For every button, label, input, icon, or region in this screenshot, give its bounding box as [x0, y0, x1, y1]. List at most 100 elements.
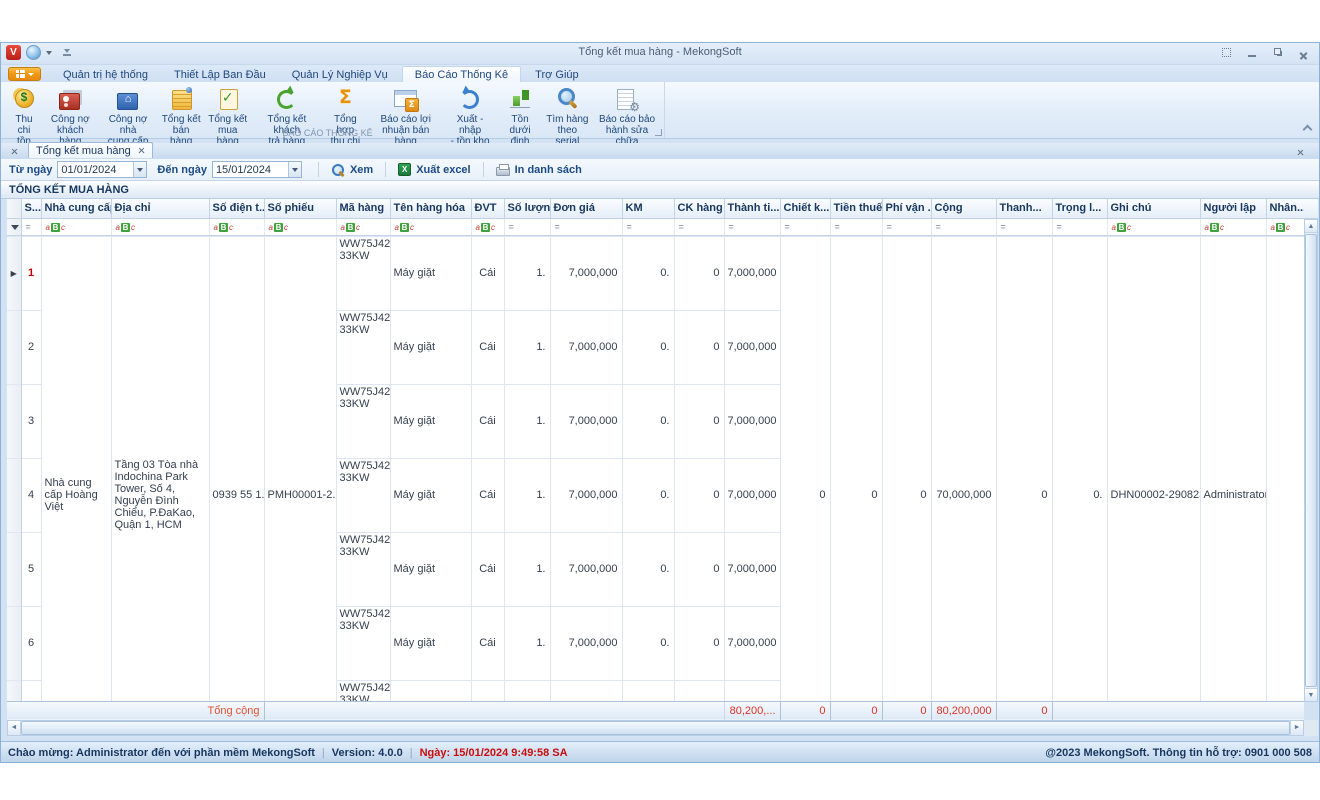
- cell-code[interactable]: WW75J42 33KW: [336, 310, 390, 384]
- cell-code[interactable]: WW75J42 33KW: [336, 532, 390, 606]
- cell-unit[interactable]: Cái: [471, 384, 504, 458]
- cell-qty[interactable]: 1.: [504, 384, 550, 458]
- cell-paid[interactable]: 0: [996, 236, 1052, 701]
- col-header-code[interactable]: Mã hàng: [336, 199, 390, 218]
- cell-ck[interactable]: 0: [674, 236, 724, 310]
- cell-amount[interactable]: 7,000,000: [724, 310, 780, 384]
- cell-tax[interactable]: 0: [830, 236, 882, 701]
- col-header-paid[interactable]: Thanh...: [996, 199, 1052, 218]
- col-header-address[interactable]: Địa chỉ: [111, 199, 209, 218]
- cell-code[interactable]: WW75J42 33KW: [336, 384, 390, 458]
- dialog-launcher-icon[interactable]: [655, 129, 662, 136]
- cell-discount[interactable]: 0: [780, 236, 830, 701]
- filter-cell-code[interactable]: aBc: [336, 218, 390, 235]
- cell-receipt[interactable]: PMH00001-2...: [264, 236, 336, 701]
- col-header-receipt[interactable]: Số phiếu: [264, 199, 336, 218]
- cell-amount[interactable]: 7,000,000: [724, 532, 780, 606]
- col-header-creator[interactable]: Người lập: [1200, 199, 1266, 218]
- col-header-tax[interactable]: Tiền thuế: [830, 199, 882, 218]
- ribbon-tab-4[interactable]: Báo Cáo Thống Kê: [402, 66, 521, 82]
- cell-amount[interactable]: 7,000,000: [724, 236, 780, 310]
- cell-amount[interactable]: 7,000,000: [724, 680, 780, 701]
- filter-cell-ck[interactable]: =: [674, 218, 724, 235]
- col-header-supplier[interactable]: Nhà cung cấp: [41, 199, 111, 218]
- filter-cell-phone[interactable]: aBc: [209, 218, 264, 235]
- filter-cell-creator[interactable]: aBc: [1200, 218, 1266, 235]
- export-excel-button[interactable]: Xuất excel: [392, 161, 476, 178]
- cell-unit[interactable]: Cái: [471, 458, 504, 532]
- cell-km[interactable]: 0.: [622, 532, 674, 606]
- scroll-down-icon[interactable]: ▼: [1305, 688, 1317, 701]
- minimize-button[interactable]: [1247, 47, 1259, 59]
- cell-qty[interactable]: 1.: [504, 532, 550, 606]
- vertical-scrollbar[interactable]: ▲ ▼: [1304, 219, 1318, 702]
- cell-ck[interactable]: 0: [674, 680, 724, 701]
- row-indicator[interactable]: [7, 680, 21, 701]
- cell-ck[interactable]: 0: [674, 310, 724, 384]
- filter-cell-address[interactable]: aBc: [111, 218, 209, 235]
- cell-stt[interactable]: 5: [21, 532, 41, 606]
- ribbon-tab-5[interactable]: Trợ Giúp: [523, 67, 590, 82]
- cell-name[interactable]: Máy giặt: [390, 310, 471, 384]
- cell-ship[interactable]: 0: [882, 236, 931, 701]
- cell-stt[interactable]: 4: [21, 458, 41, 532]
- filter-cell-note[interactable]: aBc: [1107, 218, 1200, 235]
- cell-km[interactable]: 0.: [622, 458, 674, 532]
- filter-cell-total[interactable]: =: [931, 218, 996, 235]
- ribbon-button-repair-report[interactable]: Báo cáo bảo hành sửa chữa: [592, 83, 662, 148]
- row-indicator[interactable]: [7, 310, 21, 384]
- col-header-stt[interactable]: S...: [21, 199, 41, 218]
- cell-unit[interactable]: Cái: [471, 236, 504, 310]
- cell-name[interactable]: Máy giặt: [390, 236, 471, 310]
- view-button[interactable]: Xem: [325, 161, 379, 179]
- cell-price[interactable]: 7,000,000: [550, 384, 622, 458]
- cell-qty[interactable]: 1.: [504, 458, 550, 532]
- ribbon-tab-3[interactable]: Quản Lý Nghiệp Vụ: [280, 67, 400, 82]
- cell-km[interactable]: 0.: [622, 680, 674, 701]
- filter-cell-qty[interactable]: =: [504, 218, 550, 235]
- cell-stt[interactable]: 2: [21, 310, 41, 384]
- cell-km[interactable]: 0.: [622, 310, 674, 384]
- filter-cell-paid[interactable]: =: [996, 218, 1052, 235]
- cell-km[interactable]: 0.: [622, 606, 674, 680]
- application-menu-button[interactable]: [8, 67, 41, 81]
- cell-name[interactable]: Máy giặt: [390, 532, 471, 606]
- close-tab-icon[interactable]: [138, 147, 145, 154]
- close-tablist-button[interactable]: [1292, 145, 1308, 159]
- restore-button[interactable]: [1273, 47, 1285, 59]
- filter-cell-price[interactable]: =: [550, 218, 622, 235]
- cell-qty[interactable]: 1.: [504, 680, 550, 701]
- cell-price[interactable]: 7,000,000: [550, 606, 622, 680]
- scroll-right-icon[interactable]: ►: [1290, 721, 1303, 735]
- filter-cell-supplier[interactable]: aBc: [41, 218, 111, 235]
- cell-weight[interactable]: 0.: [1052, 236, 1107, 701]
- cell-ck[interactable]: 0: [674, 532, 724, 606]
- filter-cell-stt[interactable]: =: [21, 218, 41, 235]
- cell-unit[interactable]: Cái: [471, 680, 504, 701]
- cell-price[interactable]: 7,000,000: [550, 680, 622, 701]
- cell-total[interactable]: 70,000,000: [931, 236, 996, 701]
- cell-staff[interactable]: [1266, 236, 1304, 701]
- cell-km[interactable]: 0.: [622, 384, 674, 458]
- cell-stt[interactable]: 7: [21, 680, 41, 701]
- cell-ck[interactable]: 0: [674, 606, 724, 680]
- horizontal-scrollbar[interactable]: ◄ ►: [7, 720, 1304, 736]
- cell-name[interactable]: Máy giặt: [390, 384, 471, 458]
- filter-cell-name[interactable]: aBc: [390, 218, 471, 235]
- filter-cell-discount[interactable]: =: [780, 218, 830, 235]
- cell-price[interactable]: 7,000,000: [550, 310, 622, 384]
- vertical-scroll-thumb[interactable]: [1305, 234, 1317, 687]
- col-header-note[interactable]: Ghi chú: [1107, 199, 1200, 218]
- col-header-km[interactable]: KM: [622, 199, 674, 218]
- cell-unit[interactable]: Cái: [471, 310, 504, 384]
- cell-qty[interactable]: 1.: [504, 236, 550, 310]
- cell-stt[interactable]: 3: [21, 384, 41, 458]
- col-header-amount[interactable]: Thành ti...: [724, 199, 780, 218]
- col-header-ship[interactable]: Phí vận ...: [882, 199, 931, 218]
- ribbon-button-customer-debt[interactable]: Công nợ khách hàng: [43, 83, 98, 148]
- col-header-phone[interactable]: Số điện t...: [209, 199, 264, 218]
- cell-amount[interactable]: 7,000,000: [724, 458, 780, 532]
- cell-qty[interactable]: 1.: [504, 310, 550, 384]
- ribbon-button-profit-table[interactable]: Báo cáo lợi nhuận bán hàng: [369, 83, 443, 148]
- cell-stt[interactable]: 1: [21, 236, 41, 310]
